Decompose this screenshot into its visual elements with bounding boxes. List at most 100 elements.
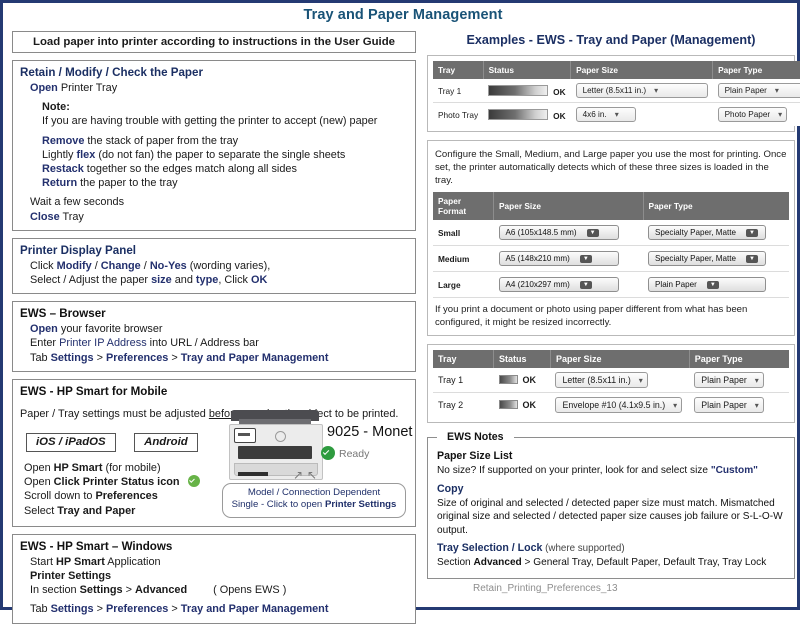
paper-size-dropdown[interactable]: A5 (148x210 mm) ▼ — [498, 251, 619, 266]
configure-note-text: Configure the Small, Medium, and Large p… — [435, 149, 787, 186]
tray-table-2: Tray Status Paper Size Paper Type Tray 1… — [433, 350, 789, 417]
platform-chip-ios[interactable]: iOS / iPadOS — [26, 433, 116, 453]
cell-paper-size: Envelope #10 (4.1x9.5 in.) ▾ — [550, 392, 690, 417]
step-return: Return the paper to the tray — [20, 176, 408, 190]
printer-settings-keyword: Printer Settings — [324, 498, 397, 510]
close-tray-line: Close Tray — [20, 210, 408, 224]
dropdown-value: A4 (210x297 mm) — [505, 280, 570, 289]
preferences-keyword: Preferences — [105, 603, 169, 616]
cell-tray: Tray 1 — [433, 79, 484, 103]
flex-keyword: flex — [76, 148, 96, 161]
section-retain-modify-check: Retain / Modify / Check the Paper Open P… — [12, 60, 416, 231]
paper-size-dropdown[interactable]: 4x6 in. ▾ — [575, 107, 636, 122]
callout-line-2: Single - Click to open Printer Settings — [223, 499, 405, 510]
ews-browser-line-2: Enter Printer IP Address into URL / Addr… — [20, 336, 408, 350]
preferences-keyword: Preferences — [105, 351, 169, 364]
ews-screenshot-tray-table-1: Tray Status Paper Size Paper Type Tray 1… — [427, 55, 800, 132]
ews-screenshot-paper-format: Configure the Small, Medium, and Large p… — [427, 140, 795, 336]
page-title: Tray and Paper Management — [303, 7, 503, 23]
ink-level-bar-icon — [488, 108, 549, 120]
section-header: Retain / Modify / Check the Paper — [20, 66, 203, 79]
t: Paper / Tray settings must be adjusted — [20, 407, 209, 420]
examples-heading: Examples - EWS - Tray and Paper (Managem… — [466, 33, 756, 47]
cell-paper-size: A5 (148x210 mm) ▼ — [493, 245, 644, 272]
status-ok-label: OK — [522, 375, 537, 385]
paper-type-dropdown[interactable]: Plain Paper ▾ — [694, 372, 764, 388]
footer-reference-id: Retain_Printing_Preferences_13 — [473, 583, 618, 594]
cell-format: Large — [433, 271, 494, 298]
ink-level-bar-icon — [498, 375, 518, 384]
cell-tray: Tray 1 — [433, 368, 494, 393]
printer-ready-status: Ready — [339, 447, 370, 460]
chevron-down-icon: ▼ — [579, 255, 592, 263]
paper-type-dropdown[interactable]: Plain Paper ▼ — [648, 277, 767, 292]
step-flex: Lightly flex (do not fan) the paper to s… — [20, 148, 408, 162]
section-header: EWS - HP Smart for Mobile — [20, 384, 168, 398]
modify-keyword: Modify — [56, 259, 92, 272]
hp-smart-keyword: HP Smart — [53, 462, 103, 475]
col-tray: Tray — [433, 61, 484, 79]
open-printer-tray-line: Open Printer Tray — [20, 81, 408, 95]
t: > General Tray, Default Paper, Default T… — [521, 557, 767, 569]
cell-tray: Tray 2 — [433, 392, 494, 417]
paper-type-dropdown[interactable]: Specialty Paper, Matte ▼ — [648, 251, 767, 266]
printer-illustration-group: 9025 - Monet Ready ↗↖ Model / Connection… — [222, 409, 412, 520]
table-header-row: Tray Status Paper Size Paper Type — [433, 61, 800, 79]
chevron-down-icon: ▾ — [654, 86, 659, 95]
section-header: Printer Display Panel — [20, 243, 136, 257]
chevron-down-icon: ▾ — [774, 86, 779, 95]
col-paper-size: Paper Size — [570, 61, 714, 79]
chevron-down-icon: ▾ — [673, 401, 678, 410]
dropdown-value: Plain Paper — [701, 400, 747, 410]
dropdown-value: 4x6 in. — [582, 110, 607, 119]
page-root: Tray and Paper Management Load paper int… — [0, 0, 800, 624]
paper-size-dropdown[interactable]: Letter (8.5x11 in.) ▾ — [575, 83, 708, 98]
user-guide-banner: Load paper into printer according to ins… — [12, 31, 416, 53]
col-paper-format: Paper Format — [433, 192, 495, 220]
cell-format: Small — [433, 220, 494, 246]
paper-size-dropdown[interactable]: Envelope #10 (4.1x9.5 in.) ▾ — [555, 397, 683, 413]
t: into URL / Address bar — [146, 337, 259, 350]
paper-type-dropdown[interactable]: Plain Paper ▾ — [694, 397, 764, 413]
paper-size-dropdown[interactable]: A4 (210x297 mm) ▼ — [498, 277, 619, 292]
t: > — [93, 351, 106, 364]
col-status: Status — [483, 61, 572, 79]
col-status: Status — [493, 350, 551, 368]
t: and — [171, 274, 196, 287]
tray-and-paper-keyword: Tray and Paper — [57, 504, 136, 517]
left-column: Load paper into printer according to ins… — [12, 31, 416, 631]
cell-format: Medium — [433, 245, 494, 272]
paper-size-dropdown[interactable]: A6 (105x148.5 mm) ▼ — [498, 225, 619, 240]
section-ews-browser: EWS – Browser Open your favorite browser… — [12, 301, 416, 372]
advanced-keyword: Advanced — [135, 584, 188, 597]
status-ok-label: OK — [522, 400, 537, 410]
step-restack: Restack together so the edges match alon… — [20, 162, 408, 176]
settings-keyword: Settings — [50, 603, 94, 616]
paper-type-dropdown[interactable]: Plain Paper ▾ — [717, 83, 800, 98]
t: / — [140, 259, 150, 272]
cell-status: OK — [483, 102, 571, 126]
platform-chip-android[interactable]: Android — [134, 433, 198, 453]
where-supported-note: (where supported) — [542, 543, 625, 555]
paper-type-dropdown[interactable]: Specialty Paper, Matte ▼ — [648, 225, 767, 240]
dropdown-value: Letter (8.5x11 in.) — [582, 86, 647, 95]
t: > — [168, 351, 181, 364]
cell-status: OK — [483, 79, 571, 103]
t: Click — [30, 259, 57, 272]
t: Application — [104, 555, 161, 568]
col-paper-type: Paper Type — [689, 350, 789, 368]
section-header: EWS - HP Smart – Windows — [20, 539, 173, 553]
advanced-keyword: Advanced — [473, 557, 522, 569]
configure-warning-text: If you print a document or photo using p… — [435, 304, 748, 328]
flex-pre: Lightly — [42, 148, 77, 161]
paper-size-dropdown[interactable]: Letter (8.5x11 in.) ▾ — [555, 372, 648, 388]
col-paper-size: Paper Size — [493, 192, 644, 220]
chevron-down-icon: ▾ — [754, 376, 759, 385]
open-rest: Printer Tray — [57, 82, 118, 94]
cell-paper-type: Plain Paper ▾ — [689, 368, 789, 393]
paper-type-dropdown[interactable]: Photo Paper ▾ — [717, 107, 788, 122]
dropdown-value: Envelope #10 (4.1x9.5 in.) — [562, 400, 666, 410]
note-copy-text: Size of original and selected / detected… — [437, 497, 783, 536]
t: Enter — [30, 337, 60, 350]
tray-table-1: Tray Status Paper Size Paper Type Tray 1… — [433, 61, 800, 126]
